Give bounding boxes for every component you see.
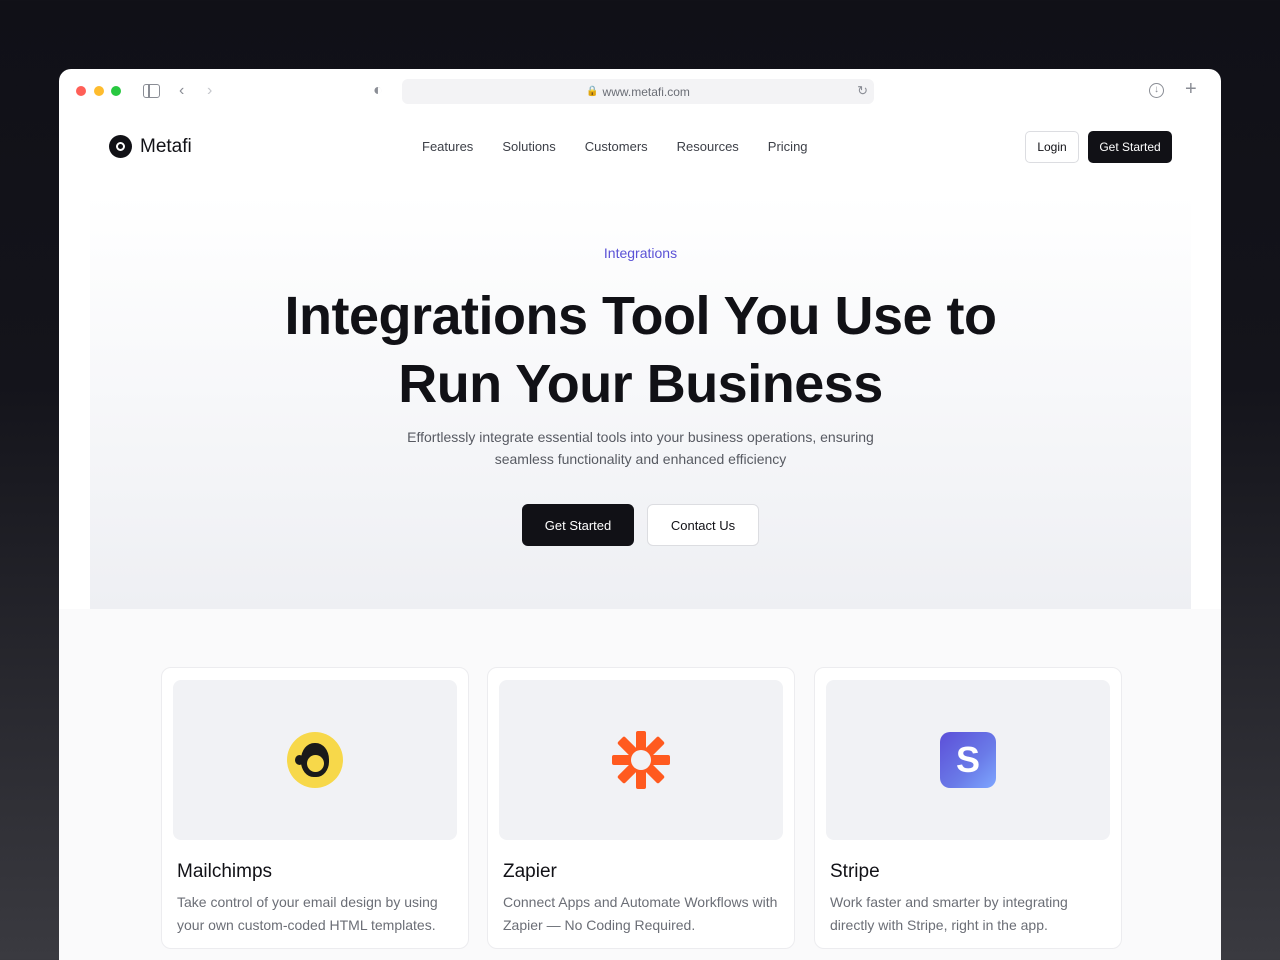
site-navbar: Metafi Features Solutions Customers Reso… [59,129,1221,165]
back-icon[interactable]: ‹ [179,81,184,101]
card-description: Work faster and smarter by integrating d… [830,894,1068,933]
nav-link-resources[interactable]: Resources [677,139,739,154]
login-button[interactable]: Login [1025,131,1079,163]
sidebar-icon[interactable] [143,84,160,98]
nav-get-started-button[interactable]: Get Started [1088,131,1172,163]
nav-link-features[interactable]: Features [422,139,473,154]
hero-title: Integrations Tool You Use to Run Your Bu… [90,282,1191,418]
zapier-icon [612,731,670,789]
card-description: Take control of your email design by usi… [177,894,438,933]
nav-links: Features Solutions Customers Resources P… [422,139,808,154]
card-title: Zapier [503,861,557,882]
nav-link-customers[interactable]: Customers [585,139,648,154]
card-title: Mailchimps [177,861,273,882]
browser-window: ‹ › ◐ 🔒 www.metafi.com ↻ ↓ + Metafi Feat… [59,69,1221,960]
hero-section: Integrations Integrations Tool You Use t… [90,194,1191,609]
shield-icon[interactable]: ◐ [373,81,383,101]
url-text: www.metafi.com [602,84,690,99]
card-media: S [826,680,1110,840]
close-window-button[interactable] [76,86,86,96]
reload-icon[interactable]: ↻ [857,83,868,99]
hero-get-started-button[interactable]: Get Started [522,504,634,546]
minimize-window-button[interactable] [94,86,104,96]
stripe-icon: S [940,732,996,788]
hero-eyebrow: Integrations [603,245,678,261]
integration-card-stripe[interactable]: S Stripe Work faster and smarter by inte… [814,667,1122,949]
browser-toolbar: ‹ › ◐ 🔒 www.metafi.com ↻ ↓ + [59,69,1221,113]
mailchimp-icon [287,732,343,788]
logo-mark-icon [109,135,132,158]
download-icon[interactable]: ↓ [1149,83,1164,98]
hero-subtitle: Effortlessly integrate essential tools i… [390,426,891,470]
maximize-window-button[interactable] [111,86,121,96]
forward-icon[interactable]: › [207,81,212,101]
brand-logo[interactable]: Metafi [109,135,192,158]
nav-link-pricing[interactable]: Pricing [768,139,808,154]
hero-title-line-1: Integrations Tool You Use to [284,286,997,346]
card-media [499,680,783,840]
hero-title-line-2: Run Your Business [398,354,883,414]
hero-subtitle-line-2: seamless functionality and enhanced effi… [494,451,787,467]
integration-card-mailchimp[interactable]: Mailchimps Take control of your email de… [161,667,469,949]
hero-subtitle-line-1: Effortlessly integrate essential tools i… [407,429,874,445]
card-media [173,680,457,840]
lock-icon: 🔒 [586,86,599,97]
card-title: Stripe [830,861,880,882]
nav-link-solutions[interactable]: Solutions [502,139,555,154]
integrations-cards: Mailchimps Take control of your email de… [59,609,1221,960]
contact-us-button[interactable]: Contact Us [647,504,759,546]
integration-card-zapier[interactable]: Zapier Connect Apps and Automate Workflo… [487,667,795,949]
card-description: Connect Apps and Automate Workflows with… [503,894,778,933]
address-bar[interactable]: 🔒 www.metafi.com ↻ [402,79,874,104]
brand-name: Metafi [140,135,192,157]
plus-icon[interactable]: + [1185,79,1197,99]
